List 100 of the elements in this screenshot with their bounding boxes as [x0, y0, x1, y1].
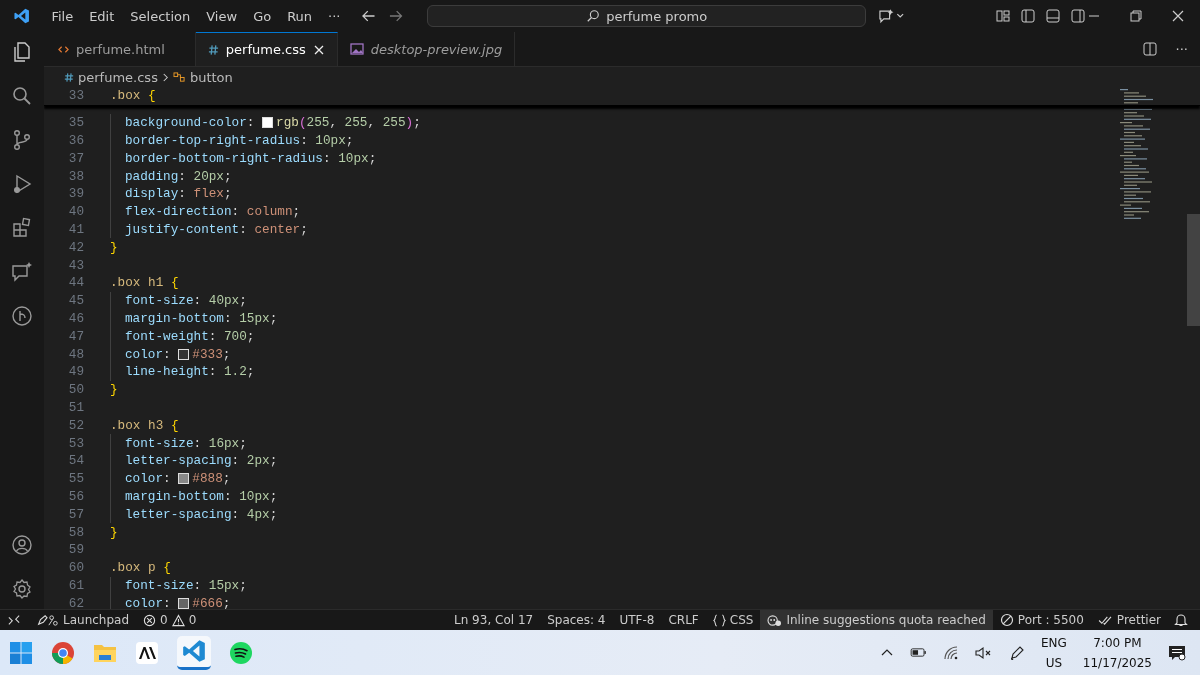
menu-item[interactable]: Edit: [81, 6, 123, 26]
breadcrumb-item[interactable]: perfume.css: [78, 69, 158, 85]
wifi-icon[interactable]: [942, 644, 959, 661]
selector-text: .box p: [110, 560, 157, 576]
punctuation-text: ;: [239, 293, 247, 309]
clock[interactable]: 7:00 PM 11/17/2025: [1082, 632, 1152, 673]
editor-tab[interactable]: desktop-preview.jpg: [337, 32, 516, 66]
hash-icon: [64, 71, 74, 83]
line-number: 46: [67, 310, 84, 326]
punctuation-text: ;: [269, 453, 278, 469]
line-number: 49: [67, 364, 84, 380]
back-arrow-icon[interactable]: [360, 8, 376, 24]
menu-item[interactable]: Run: [279, 6, 321, 26]
number-text: 20px: [193, 168, 224, 184]
music-app-icon[interactable]: [229, 640, 253, 665]
property-text: background-color: [125, 115, 247, 131]
git-graph-icon[interactable]: [10, 304, 34, 328]
muted-speaker-icon[interactable]: [974, 645, 993, 660]
punctuation-text: ;: [292, 204, 301, 220]
panel-toggle-icon[interactable]: [1045, 8, 1061, 24]
chat-sparkle-icon[interactable]: [877, 8, 905, 24]
account-icon[interactable]: [10, 533, 34, 557]
menu-item[interactable]: Selection: [122, 6, 199, 26]
number-text: 15px: [239, 310, 270, 326]
punctuation-text: :: [224, 310, 233, 326]
app-logo-icon[interactable]: [13, 7, 31, 25]
sidebar-toggle-icon[interactable]: [1020, 8, 1036, 24]
line-number: 47: [67, 328, 84, 344]
copilot-status-button[interactable]: Inline suggestions quota reached: [760, 610, 993, 630]
menu-item[interactable]: File: [43, 6, 82, 26]
line-number: 36: [67, 133, 84, 148]
problems-button[interactable]: 0 0: [136, 610, 204, 630]
line-number: 48: [67, 346, 84, 362]
battery-icon[interactable]: [909, 647, 927, 658]
browser-icon[interactable]: [51, 640, 75, 665]
close-icon[interactable]: [1170, 8, 1186, 24]
punctuation-text: :: [193, 435, 203, 451]
forward-arrow-icon[interactable]: [387, 8, 404, 24]
property-text: font-size: [125, 435, 194, 451]
prettier-button[interactable]: Prettier: [1090, 610, 1168, 630]
number-text: 15px: [208, 577, 240, 593]
editor-tab[interactable]: perfume.html: [44, 32, 196, 66]
language-indicator[interactable]: ENG US: [1040, 632, 1067, 673]
punctuation-text: :: [163, 595, 172, 609]
punctuation-text: ;: [239, 577, 247, 593]
chat-icon[interactable]: [10, 260, 34, 284]
search-field[interactable]: perfume promo: [427, 5, 866, 27]
launchpad-button[interactable]: Launchpad: [28, 610, 137, 630]
line-ending-setting[interactable]: CRLF: [661, 610, 706, 630]
color-swatch[interactable]: [178, 473, 190, 485]
cursor-position[interactable]: Ln 93, Col 17: [447, 610, 541, 630]
number-text: 4px: [246, 506, 270, 522]
menu-item[interactable]: Go: [245, 6, 280, 26]
punctuation-text: :: [193, 577, 203, 593]
brace-text: {: [170, 275, 179, 291]
color-swatch[interactable]: [178, 597, 190, 609]
pen-icon[interactable]: [1008, 644, 1025, 661]
app-icon[interactable]: [135, 640, 159, 665]
menu-item[interactable]: ···: [320, 6, 349, 26]
punctuation-text: ;: [224, 168, 232, 184]
bell-icon[interactable]: [1174, 613, 1188, 627]
language-mode-button[interactable]: CSS: [705, 610, 761, 630]
punctuation-text: ;: [224, 186, 232, 202]
encoding-setting[interactable]: UTF-8: [612, 610, 662, 630]
punctuation-text: ;: [269, 310, 278, 326]
line-number: 40: [67, 204, 84, 220]
breadcrumb-item[interactable]: button: [189, 69, 233, 85]
property-text: margin-bottom: [125, 488, 224, 504]
selector-text: .box h3: [110, 417, 165, 433]
menu-item[interactable]: View: [198, 6, 246, 26]
scrollbar-thumb[interactable]: [1187, 214, 1200, 326]
notification-icon[interactable]: [1168, 643, 1186, 662]
punctuation-text: ;: [239, 435, 247, 451]
remote-icon: [8, 614, 20, 626]
split-editor-icon[interactable]: [1141, 41, 1158, 57]
layout-icon[interactable]: [995, 8, 1011, 24]
punctuation-text: :: [163, 346, 172, 362]
active-app-tile[interactable]: [177, 635, 211, 670]
color-swatch[interactable]: [262, 117, 274, 129]
more-actions-button[interactable]: ···: [1175, 41, 1188, 57]
color-swatch[interactable]: [178, 348, 190, 360]
number-text: 1.2: [224, 364, 247, 380]
property-text: padding: [125, 168, 179, 184]
start-icon[interactable]: [9, 640, 33, 665]
secondary-sidebar-icon[interactable]: [1070, 8, 1086, 24]
restore-icon[interactable]: [1128, 8, 1144, 24]
close-icon[interactable]: [312, 43, 325, 56]
brace-text: }: [110, 382, 118, 398]
number-text: 10px: [338, 150, 369, 166]
property-text: border-bottom-right-radius: [125, 150, 323, 166]
property-text: letter-spacing: [125, 453, 232, 469]
number-text: 2px: [246, 453, 270, 469]
language-code: ENG: [1040, 634, 1067, 652]
editor-tab[interactable]: perfume.css: [195, 32, 338, 66]
punctuation-text: ;: [368, 150, 377, 166]
live-server-button[interactable]: Port : 5500: [992, 610, 1091, 630]
brace-text: {: [170, 417, 179, 433]
indentation-setting[interactable]: Spaces: 4: [540, 610, 613, 630]
number-text: 16px: [208, 435, 240, 451]
punctuation-text: ;: [222, 346, 231, 362]
